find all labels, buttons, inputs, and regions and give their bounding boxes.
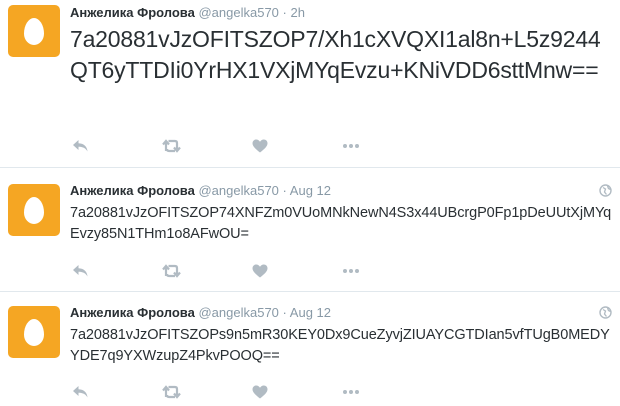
egg-icon — [24, 197, 44, 224]
author-handle[interactable]: @angelka570 — [198, 183, 278, 198]
meta-separator: · — [282, 305, 287, 320]
timestamp[interactable]: 2h — [291, 5, 305, 20]
reply-icon — [73, 265, 88, 277]
more-icon — [343, 144, 359, 148]
meta-separator: · — [282, 5, 287, 20]
like-button[interactable] — [252, 383, 342, 401]
reply-button[interactable] — [72, 137, 162, 155]
more-button[interactable] — [342, 137, 432, 155]
author-name[interactable]: Анжелика Фролова — [70, 305, 195, 320]
avatar[interactable] — [8, 184, 60, 236]
author-handle[interactable]: @angelka570 — [198, 5, 278, 20]
egg-icon — [24, 319, 44, 346]
egg-icon — [24, 18, 44, 45]
author-name[interactable]: Анжелика Фролова — [70, 183, 195, 198]
tweet-text: 7a20881vJzOFITSZOP74XNFZm0VUoMNkNewN4S3x… — [70, 205, 612, 242]
reply-button[interactable] — [72, 383, 162, 401]
avatar[interactable] — [8, 306, 60, 358]
reply-icon — [73, 140, 88, 152]
tweet-text: 7a20881vJzOFITSZOPs9n5mR30KEY0Dx9CueZyvj… — [70, 327, 610, 364]
avatar[interactable] — [8, 5, 60, 57]
tweet-header: Анжелика Фролова @angelka570 · 2h — [70, 5, 305, 21]
globe-icon — [599, 184, 612, 197]
tweet-actions — [72, 262, 432, 280]
heart-icon — [252, 139, 268, 153]
tweet-actions — [72, 383, 432, 401]
heart-icon — [252, 385, 268, 399]
tweet-header: Анжелика Фролова @angelka570 · Aug 12 — [70, 183, 331, 199]
retweet-button[interactable] — [162, 262, 252, 280]
author-name[interactable]: Анжелика Фролова — [70, 5, 195, 20]
globe-icon — [599, 306, 612, 319]
retweet-icon — [162, 385, 181, 399]
tweet-header: Анжелика Фролова @angelka570 · Aug 12 — [70, 305, 331, 321]
tweet-text: 7a20881vJzOFITSZOP7/Xh1cXVQXI1al8n+L5z92… — [70, 26, 601, 83]
tweet[interactable]: Анжелика Фролова @angelka570 · Aug 12 7a… — [0, 292, 620, 406]
more-icon — [343, 390, 359, 394]
retweet-icon — [162, 264, 181, 278]
more-icon — [343, 269, 359, 273]
retweet-button[interactable] — [162, 137, 252, 155]
timestamp[interactable]: Aug 12 — [290, 183, 331, 198]
retweet-button[interactable] — [162, 383, 252, 401]
tweet[interactable]: Анжелика Фролова @angelka570 · Aug 12 7a… — [0, 168, 620, 292]
more-button[interactable] — [342, 383, 432, 401]
tweet-actions — [72, 137, 432, 155]
heart-icon — [252, 264, 268, 278]
tweet-feed: Анжелика Фролова @angelka570 · 2h 7a2088… — [0, 0, 620, 406]
author-handle[interactable]: @angelka570 — [198, 305, 278, 320]
like-button[interactable] — [252, 137, 342, 155]
tweet[interactable]: Анжелика Фролова @angelka570 · 2h 7a2088… — [0, 0, 620, 168]
retweet-icon — [162, 139, 181, 153]
reply-button[interactable] — [72, 262, 162, 280]
reply-icon — [73, 386, 88, 398]
meta-separator: · — [282, 183, 287, 198]
more-button[interactable] — [342, 262, 432, 280]
timestamp[interactable]: Aug 12 — [290, 305, 331, 320]
like-button[interactable] — [252, 262, 342, 280]
